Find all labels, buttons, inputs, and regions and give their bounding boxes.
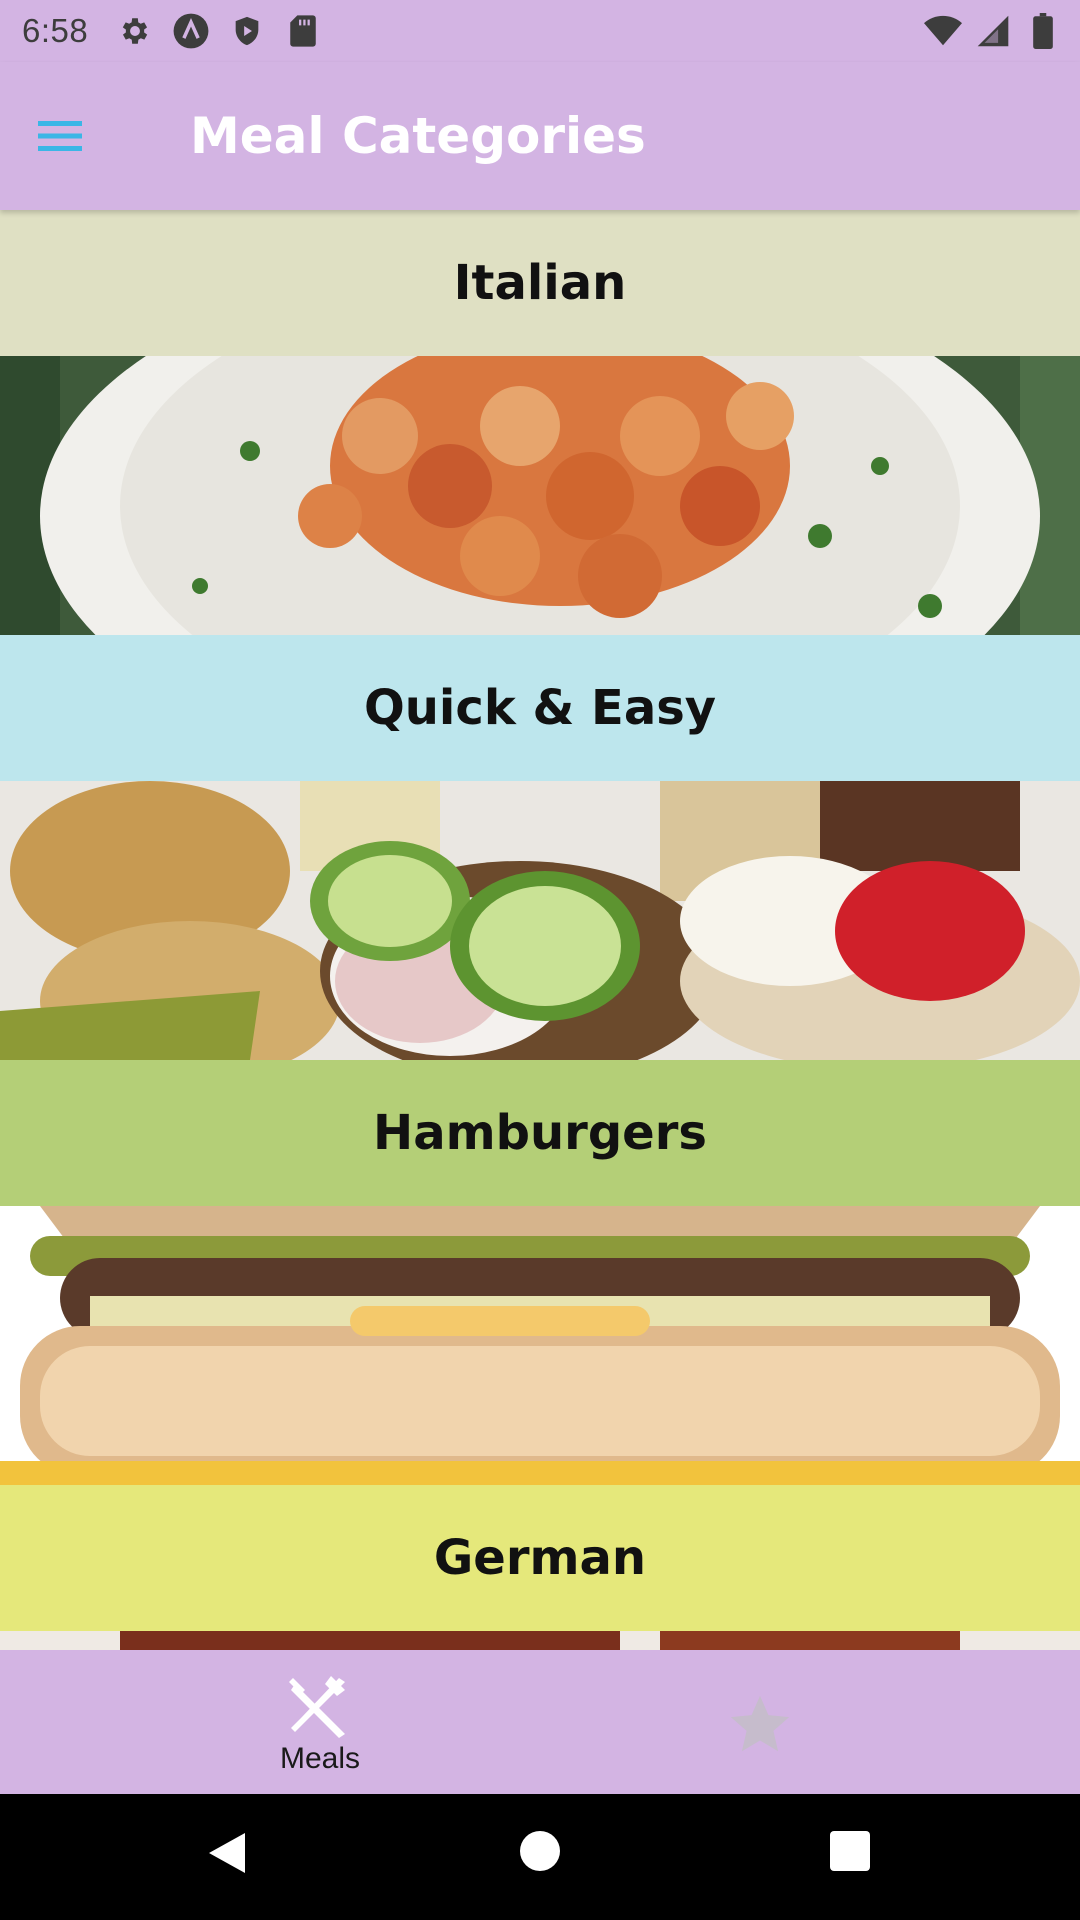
home-icon[interactable] (520, 1831, 560, 1871)
appetizer-platter-image (0, 781, 1080, 1060)
status-bar: 6:58 (0, 0, 1080, 62)
settings-gear-icon (116, 12, 154, 50)
back-icon (209, 1833, 245, 1873)
bottom-navigation: Meals (0, 1650, 1080, 1794)
status-icons-right (924, 0, 1062, 62)
sd-card-icon (284, 12, 322, 50)
category-item-quick-easy[interactable]: Quick & Easy (0, 635, 1080, 1060)
battery-icon (1024, 12, 1062, 50)
tab-favorites[interactable] (725, 1690, 795, 1760)
a-circle-icon (172, 12, 210, 50)
system-navigation-bar (0, 1794, 1080, 1920)
wifi-icon (924, 12, 962, 50)
menu-button[interactable] (24, 106, 96, 166)
fork-knife-icon (289, 1676, 345, 1738)
status-time: 6:58 (22, 12, 89, 49)
hamburger-image (0, 1206, 1080, 1485)
category-item-italian[interactable]: Italian (0, 210, 1080, 635)
pasta-plate-image (0, 356, 1080, 635)
back-button[interactable] (205, 1829, 249, 1882)
tab-meals[interactable]: Meals (260, 1650, 380, 1794)
category-item-german[interactable]: German (0, 1485, 1080, 1650)
status-icons-left (116, 12, 322, 50)
category-title: Quick & Easy (0, 635, 1080, 781)
page-title: Meal Categories (190, 107, 646, 165)
category-title: Hamburgers (0, 1060, 1080, 1206)
category-list[interactable]: Italian Quick & Easy Hamburgers German (0, 210, 1080, 1650)
hamburger-menu-icon (38, 121, 82, 151)
app-bar: Meal Categories (0, 62, 1080, 210)
signal-icon (974, 12, 1012, 50)
recents-icon[interactable] (830, 1831, 870, 1871)
star-icon (730, 1695, 790, 1752)
tab-meals-label: Meals (279, 1742, 361, 1775)
category-item-hamburgers[interactable]: Hamburgers (0, 1060, 1080, 1485)
category-title: Italian (0, 210, 1080, 356)
german-food-image (0, 1631, 1080, 1650)
category-title: German (0, 1485, 1080, 1631)
play-shield-icon (228, 12, 266, 50)
